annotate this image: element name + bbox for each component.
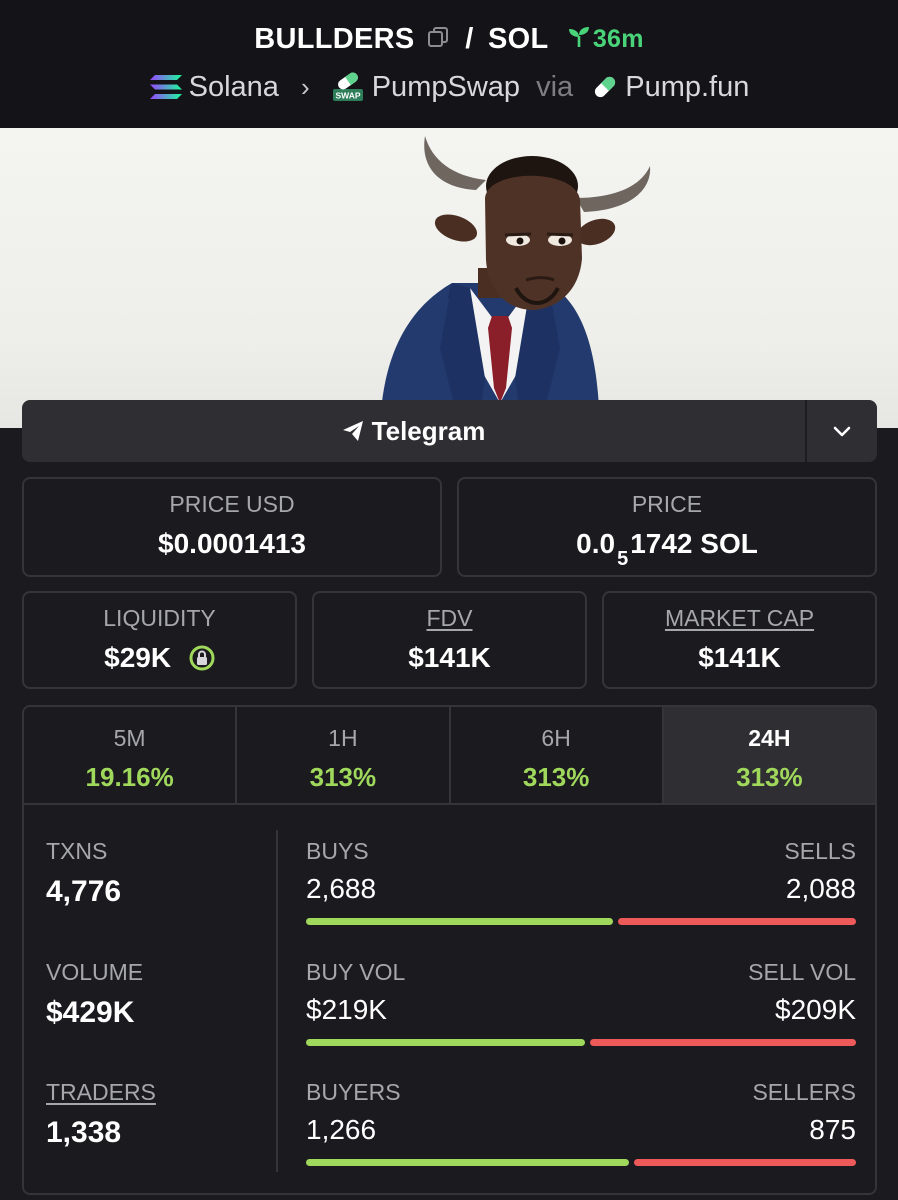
tab-change: 313% — [522, 762, 590, 792]
price-prefix: 0.0 — [576, 528, 616, 559]
pair-separator: / — [465, 22, 474, 55]
txns-value: 4,776 — [46, 875, 122, 908]
tab-1h[interactable]: 1H 313% — [237, 707, 451, 803]
sell-bar-fill — [590, 1039, 856, 1046]
traders-label[interactable]: TRADERS — [46, 1079, 156, 1106]
timeframe-tabs: 5M 19.16% 1H 313% 6H 313% 24H 313% — [22, 705, 877, 805]
bull-mascot-image — [380, 136, 651, 428]
sells-value: 2,088 — [785, 873, 856, 904]
telegram-label: Telegram — [371, 415, 486, 446]
buyers-value: 1,266 — [306, 1114, 377, 1145]
traders-stat: TRADERS 1,338 — [46, 1079, 156, 1150]
makers-bar — [306, 1159, 856, 1166]
launchpad-link[interactable]: Pump.fun — [625, 71, 749, 103]
volume-label: VOLUME — [46, 959, 144, 985]
buy-bar-fill — [306, 918, 613, 925]
via-text: via — [536, 70, 574, 103]
token-banner — [0, 128, 898, 428]
buy-bar-fill — [306, 1159, 629, 1166]
tab-change: 313% — [736, 762, 803, 792]
transactions-panel: TXNS 4,776 VOLUME $429K TRADERS 1,338 BU… — [22, 805, 877, 1195]
volume-value: $429K — [46, 996, 135, 1029]
pumpswap-icon: SWAP — [332, 72, 363, 102]
token-symbol: BULLDERS — [254, 22, 415, 55]
price-native-label: PRICE — [631, 491, 703, 517]
price-digits: 1742 — [630, 528, 693, 559]
socials-dropdown-button[interactable] — [807, 400, 877, 462]
dex-link[interactable]: PumpSwap — [372, 71, 520, 103]
telegram-icon — [342, 421, 363, 441]
price-usd-label: PRICE USD — [169, 491, 295, 517]
txns-stat: TXNS 4,776 — [46, 838, 121, 909]
tab-label: 24H — [748, 725, 791, 751]
divider — [276, 830, 278, 1172]
pair-title: BULLDERS / SOL 36m — [0, 22, 898, 56]
market-cap-value: $141K — [698, 642, 781, 673]
buyers-label: BUYERS — [306, 1079, 401, 1105]
sell-bar-fill — [634, 1159, 856, 1166]
tab-5m[interactable]: 5M 19.16% — [24, 707, 238, 803]
price-native-value: 0.0 51742 SOL — [459, 528, 875, 570]
fdv-value: $141K — [408, 642, 491, 673]
liquidity-label: LIQUIDITY — [103, 605, 216, 631]
chevron-down-icon — [833, 426, 851, 437]
quote-symbol: SOL — [487, 22, 549, 55]
price-usd-value: $0.0001413 — [158, 528, 306, 559]
price-unit: SOL — [700, 528, 758, 559]
buys-sells-row: BUYS SELLS 2,688 2,088 — [306, 838, 856, 938]
tab-label: 1H — [328, 725, 358, 751]
pair-breadcrumb: Solana › SWAP PumpSwap via Pump.fun — [0, 70, 898, 104]
buy-vol-label: BUY VOL — [306, 959, 406, 985]
fdv-label[interactable]: FDV — [314, 605, 585, 632]
copy-icon[interactable] — [427, 26, 449, 48]
volume-row: BUY VOL SELL VOL $219K $209K — [306, 959, 856, 1059]
pair-age: 36m — [592, 24, 644, 53]
tab-change: 19.16% — [85, 762, 174, 792]
market-cap-label[interactable]: MARKET CAP — [604, 605, 875, 632]
sellers-label: SELLERS — [752, 1079, 856, 1105]
sell-bar-fill — [618, 918, 856, 925]
buy-bar-fill — [306, 1039, 585, 1046]
pill-icon — [595, 77, 616, 98]
tab-change: 313% — [309, 762, 377, 792]
chain-link[interactable]: Solana — [189, 71, 279, 103]
telegram-button[interactable]: Telegram — [22, 400, 805, 462]
tab-6h[interactable]: 6H 313% — [450, 707, 664, 803]
buy-vol-value: $219K — [306, 994, 387, 1025]
sells-label: SELLS — [784, 838, 856, 864]
buys-sells-bar — [306, 918, 856, 925]
lock-icon[interactable] — [189, 645, 215, 671]
sellers-value: 875 — [809, 1114, 856, 1145]
buys-label: BUYS — [306, 838, 369, 864]
fdv-card: FDV $141K — [312, 591, 587, 689]
traders-value: 1,338 — [46, 1116, 122, 1149]
svg-text:SWAP: SWAP — [335, 91, 360, 101]
liquidity-value: $29K — [104, 642, 172, 673]
price-usd-card: PRICE USD $0.0001413 — [22, 477, 442, 577]
tab-24h[interactable]: 24H 313% — [663, 707, 875, 803]
pair-header: BULLDERS / SOL 36m Solana › SWAP PumpSwa… — [0, 0, 898, 128]
tab-label: 6H — [541, 725, 571, 751]
chevron-right-icon: › — [300, 71, 310, 102]
makers-row: BUYERS SELLERS 1,266 875 — [306, 1079, 856, 1179]
volume-stat: VOLUME $429K — [46, 959, 143, 1030]
social-bar: Telegram — [22, 400, 877, 462]
buys-value: 2,688 — [306, 873, 377, 904]
sell-vol-label: SELL VOL — [748, 959, 856, 985]
solana-icon — [149, 75, 182, 100]
liquidity-value-row: $29K — [24, 642, 295, 675]
liquidity-card: LIQUIDITY $29K — [22, 591, 297, 689]
txns-label: TXNS — [46, 838, 108, 864]
sell-vol-value: $209K — [775, 994, 856, 1025]
market-cap-card: MARKET CAP $141K — [602, 591, 877, 689]
tab-label: 5M — [113, 725, 146, 751]
price-zero-count: 5 — [617, 548, 629, 570]
sprout-icon — [568, 27, 589, 48]
volume-bar — [306, 1039, 856, 1046]
price-native-card: PRICE 0.0 51742 SOL — [457, 477, 877, 577]
